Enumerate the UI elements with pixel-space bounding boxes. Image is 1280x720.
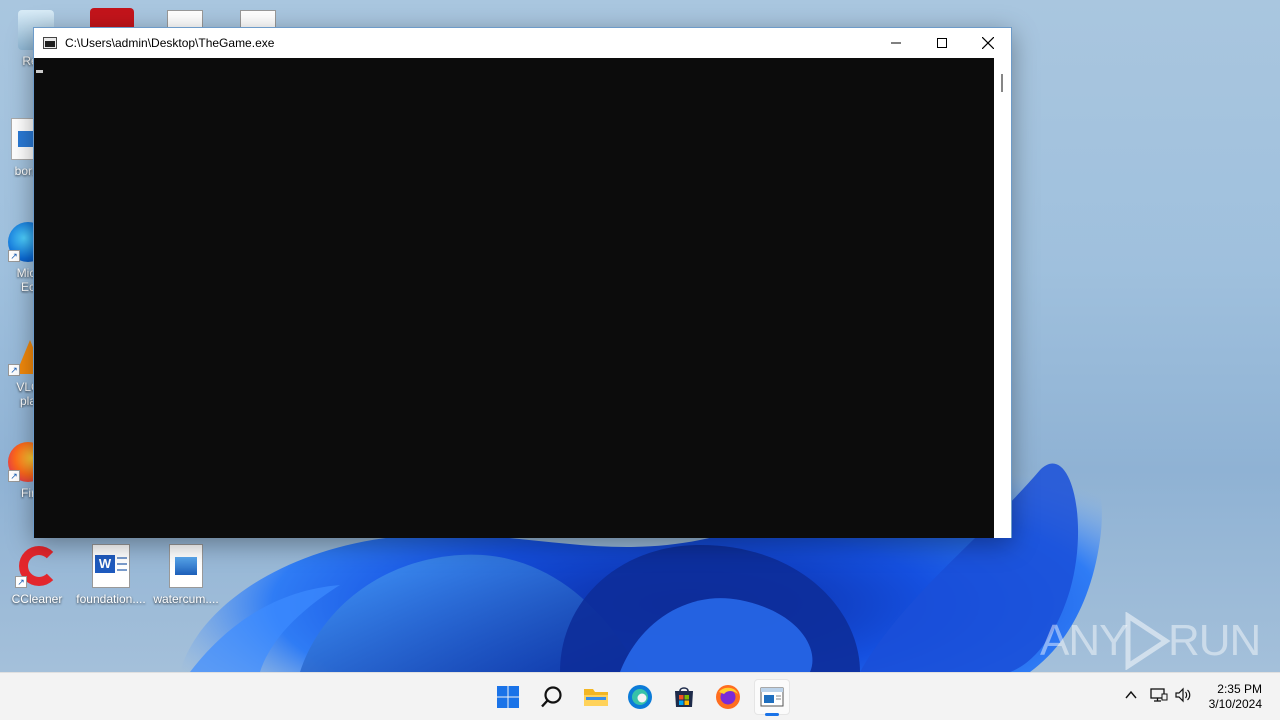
console-app-icon xyxy=(43,37,57,49)
watermark-text-run: RUN xyxy=(1168,616,1261,665)
minimize-icon xyxy=(891,42,901,44)
clock[interactable]: 2:35 PM 3/10/2024 xyxy=(1209,682,1262,712)
close-icon xyxy=(982,37,994,49)
vertical-scrollbar[interactable] xyxy=(994,58,1011,538)
edge-icon xyxy=(628,685,652,709)
network-button[interactable] xyxy=(1150,687,1168,706)
active-app-indicator xyxy=(765,713,779,716)
chevron-up-icon xyxy=(1125,690,1137,699)
desktop-icon-label: CCleaner xyxy=(11,592,63,606)
console-app-icon xyxy=(760,687,784,707)
window-title: C:\Users\admin\Desktop\TheGame.exe xyxy=(65,36,275,50)
clock-date: 3/10/2024 xyxy=(1208,697,1262,711)
word-document-icon: W xyxy=(92,544,130,588)
shortcut-arrow-icon: ↗ xyxy=(8,470,20,482)
text-cursor xyxy=(36,70,43,73)
shortcut-arrow-icon: ↗ xyxy=(8,250,20,262)
console-output-area[interactable] xyxy=(34,58,994,538)
show-hidden-icons-button[interactable] xyxy=(1124,688,1138,705)
volume-button[interactable] xyxy=(1174,687,1192,706)
firefox-taskbar-button[interactable] xyxy=(710,679,746,715)
watermark-text-any: ANY xyxy=(1040,616,1128,665)
file-explorer-icon xyxy=(584,689,608,706)
scrollbar-thumb[interactable] xyxy=(1001,74,1003,92)
search-icon xyxy=(541,686,562,708)
start-button[interactable] xyxy=(490,679,526,715)
edge-taskbar-button[interactable] xyxy=(622,679,658,715)
close-button[interactable] xyxy=(965,28,1011,58)
desktop-icon-foundation[interactable]: W foundation.... xyxy=(75,544,147,606)
clock-time: 2:35 PM xyxy=(1217,682,1262,696)
maximize-button[interactable] xyxy=(919,28,965,58)
window-titlebar[interactable]: C:\Users\admin\Desktop\TheGame.exe xyxy=(34,28,1011,58)
image-file-icon xyxy=(169,544,203,588)
shortcut-arrow-icon: ↗ xyxy=(15,576,27,588)
desktop-icon-label: foundation.... xyxy=(76,592,146,606)
firefox-icon xyxy=(716,685,740,709)
volume-icon xyxy=(1175,687,1191,703)
ccleaner-icon: ↗ xyxy=(15,544,59,588)
start-icon xyxy=(497,686,519,708)
search-button[interactable] xyxy=(534,679,570,715)
maximize-icon xyxy=(937,38,947,48)
network-icon xyxy=(1150,688,1168,702)
watermark: ANY RUN xyxy=(1040,610,1261,670)
console-window[interactable]: C:\Users\admin\Desktop\TheGame.exe xyxy=(33,27,1012,538)
store-button[interactable] xyxy=(666,679,702,715)
desktop-icon-label: watercum.... xyxy=(153,592,219,606)
taskbar: 2:35 PM 3/10/2024 xyxy=(0,672,1280,720)
minimize-button[interactable] xyxy=(873,28,919,58)
file-explorer-button[interactable] xyxy=(578,679,614,715)
system-tray: 2:35 PM 3/10/2024 xyxy=(1118,673,1280,720)
desktop-icon-ccleaner[interactable]: ↗ CCleaner xyxy=(1,544,73,606)
desktop-icon-watercum[interactable]: watercum.... xyxy=(150,544,222,606)
shortcut-arrow-icon: ↗ xyxy=(8,364,20,376)
console-taskbar-button[interactable] xyxy=(754,679,790,715)
store-icon xyxy=(675,687,693,707)
watermark-play-icon xyxy=(1125,612,1171,670)
